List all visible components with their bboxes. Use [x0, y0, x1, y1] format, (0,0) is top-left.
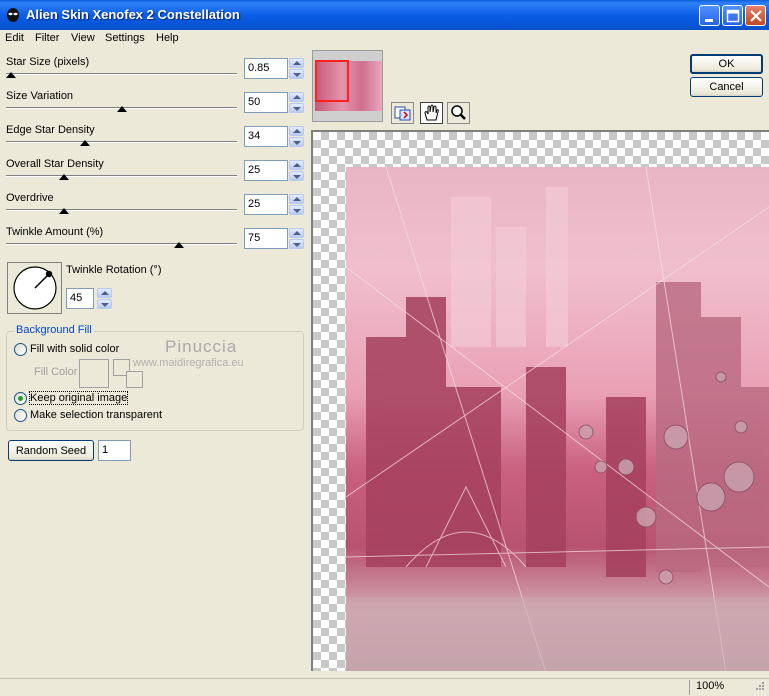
- alien-head-icon: [7, 8, 19, 22]
- slider-spinner[interactable]: [289, 92, 304, 113]
- random-seed-input[interactable]: 1: [98, 440, 131, 461]
- preview-image: [346, 167, 769, 671]
- slider-spinner[interactable]: [289, 194, 304, 215]
- slider-thumb[interactable]: [79, 140, 90, 146]
- close-icon: [750, 10, 762, 22]
- slider-label: Twinkle Amount (%): [6, 226, 104, 238]
- spin-up-icon[interactable]: [289, 194, 304, 204]
- make-selection-transparent-radio[interactable]: [14, 409, 27, 422]
- menu-settings[interactable]: Settings: [105, 32, 145, 44]
- slider-thumb[interactable]: [58, 208, 69, 214]
- maximize-button[interactable]: [722, 5, 743, 26]
- watermark-name: Pinuccia: [165, 337, 238, 356]
- minimize-button[interactable]: [699, 5, 720, 26]
- spin-up-icon[interactable]: [97, 288, 112, 298]
- twinkle-rotation-label: Twinkle Rotation (°): [66, 264, 162, 276]
- zoom-tool-button[interactable]: [447, 102, 470, 124]
- keep-original-image-radio[interactable]: [14, 392, 27, 405]
- thumbnail-selection-rect[interactable]: [315, 60, 349, 102]
- twinkle-rotation-input[interactable]: 45: [66, 288, 94, 309]
- resize-grip-icon[interactable]: [751, 680, 766, 694]
- slider-track[interactable]: [6, 209, 237, 211]
- hand-icon: [424, 104, 439, 121]
- slider-label: Edge Star Density: [6, 124, 95, 136]
- slider-spinner[interactable]: [289, 126, 304, 147]
- slider-track[interactable]: [6, 141, 237, 143]
- title-bar: Alien Skin Xenofex 2 Constellation: [0, 0, 769, 30]
- fill-solid-color-label[interactable]: Fill with solid color: [30, 343, 119, 355]
- slider-label: Star Size (pixels): [6, 56, 90, 68]
- slider-track[interactable]: [6, 243, 237, 245]
- fill-color-swatch[interactable]: [79, 359, 109, 388]
- window-title: Alien Skin Xenofex 2 Constellation: [26, 7, 240, 22]
- slider-label: Size Variation: [6, 90, 74, 102]
- spin-up-icon[interactable]: [289, 160, 304, 170]
- slider-thumb[interactable]: [116, 106, 127, 112]
- cancel-button[interactable]: Cancel: [690, 77, 763, 97]
- slider-spinner[interactable]: [289, 228, 304, 249]
- slider-value-input[interactable]: 0.85: [244, 58, 288, 79]
- spin-up-icon[interactable]: [289, 58, 304, 68]
- spin-down-icon[interactable]: [97, 299, 112, 309]
- slider-value-input[interactable]: 25: [244, 160, 288, 181]
- menu-edit[interactable]: Edit: [5, 32, 24, 44]
- color-picker-front[interactable]: [126, 371, 143, 388]
- random-seed-button[interactable]: Random Seed: [8, 440, 94, 461]
- preview-toggle-button[interactable]: [391, 102, 414, 124]
- preview-toggle-icon: [394, 106, 411, 121]
- zoom-icon: [451, 105, 466, 120]
- twinkle-rotation-spinner[interactable]: [97, 288, 112, 309]
- slider-value-input[interactable]: 75: [244, 228, 288, 249]
- spin-down-icon[interactable]: [289, 171, 304, 181]
- spin-down-icon[interactable]: [289, 205, 304, 215]
- watermark-url: www.maidiregrafica.eu: [133, 357, 244, 369]
- slider-value-input[interactable]: 34: [244, 126, 288, 147]
- ok-button[interactable]: OK: [690, 54, 763, 74]
- slider-value-input[interactable]: 25: [244, 194, 288, 215]
- slider-spinner[interactable]: [289, 58, 304, 79]
- spin-up-icon[interactable]: [289, 228, 304, 238]
- background-fill-title: Background Fill: [14, 324, 94, 336]
- slider-spinner[interactable]: [289, 160, 304, 181]
- slider-thumb[interactable]: [58, 174, 69, 180]
- slider-track[interactable]: [6, 73, 237, 75]
- spin-up-icon[interactable]: [289, 126, 304, 136]
- spin-down-icon[interactable]: [289, 103, 304, 113]
- slider-value-input[interactable]: 50: [244, 92, 288, 113]
- fill-solid-color-radio[interactable]: [14, 343, 27, 356]
- menu-help[interactable]: Help: [156, 32, 179, 44]
- maximize-icon: [726, 9, 740, 23]
- close-button[interactable]: [745, 5, 766, 26]
- rotation-dial-icon: [13, 266, 57, 310]
- menu-bar: Edit Filter View Settings Help: [0, 30, 769, 48]
- status-bar: [0, 678, 769, 696]
- make-selection-transparent-label[interactable]: Make selection transparent: [30, 409, 162, 421]
- slider-label: Overdrive: [6, 192, 54, 204]
- menu-view[interactable]: View: [71, 32, 95, 44]
- hand-tool-button[interactable]: [420, 102, 443, 124]
- fill-color-label: Fill Color: [34, 366, 78, 378]
- keep-original-image-label[interactable]: Keep original image: [28, 391, 129, 405]
- zoom-level: 100%: [689, 680, 741, 695]
- slider-thumb[interactable]: [174, 242, 185, 248]
- spin-up-icon[interactable]: [289, 92, 304, 102]
- city-skyline-illustration: [346, 167, 769, 671]
- spin-down-icon[interactable]: [289, 69, 304, 79]
- navigator-thumbnail[interactable]: [312, 50, 383, 122]
- slider-track[interactable]: [6, 175, 237, 177]
- preview-canvas[interactable]: [311, 130, 769, 671]
- menu-filter[interactable]: Filter: [35, 32, 59, 44]
- minimize-icon: [705, 19, 713, 22]
- slider-label: Overall Star Density: [6, 158, 104, 170]
- slider-thumb[interactable]: [5, 72, 16, 78]
- spin-down-icon[interactable]: [289, 239, 304, 249]
- twinkle-rotation-dial[interactable]: [7, 262, 62, 314]
- spin-down-icon[interactable]: [289, 137, 304, 147]
